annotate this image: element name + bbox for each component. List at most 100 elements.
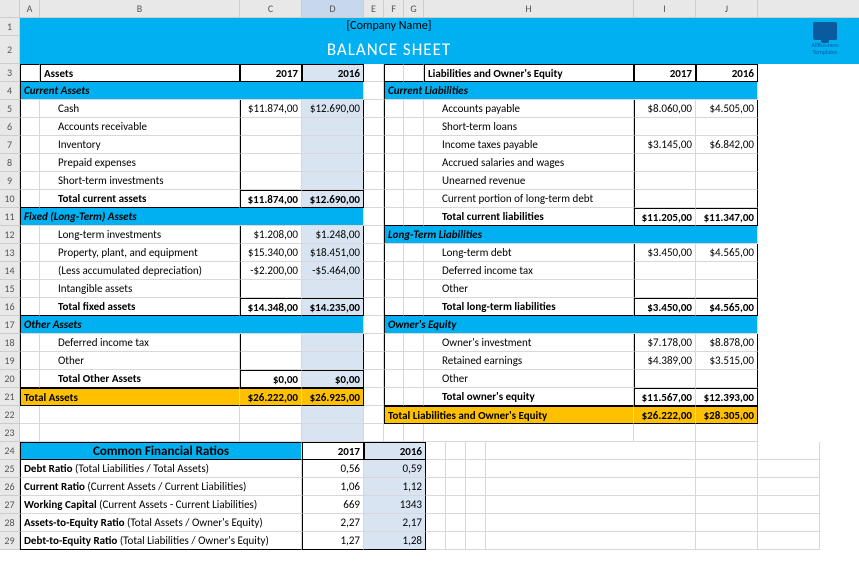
col-header-b[interactable]: B [40, 0, 240, 17]
value[interactable]: $26.925,00 [302, 388, 364, 406]
cell[interactable] [384, 352, 404, 370]
label[interactable]: Total fixed assets [40, 298, 240, 316]
label[interactable]: Other [424, 370, 634, 388]
cell[interactable] [384, 370, 404, 388]
cell[interactable] [404, 118, 424, 136]
row-header[interactable]: 12 [0, 226, 20, 244]
year1-ratio-header[interactable]: 2017 [302, 442, 364, 460]
value[interactable]: $12.393,00 [696, 388, 758, 406]
value[interactable]: $7.178,00 [634, 334, 696, 352]
label[interactable]: (Less accumulated depreciation) [40, 262, 240, 280]
label[interactable]: Long-term investments [40, 226, 240, 244]
label[interactable]: Short-term investments [40, 172, 240, 190]
value[interactable]: $4.389,00 [634, 352, 696, 370]
cell[interactable] [404, 388, 424, 406]
cell[interactable] [20, 100, 40, 118]
cell[interactable] [424, 424, 634, 442]
cell[interactable] [404, 244, 424, 262]
cell[interactable] [404, 298, 424, 316]
label[interactable]: Deferred income tax [424, 262, 634, 280]
ratio-label[interactable]: Debt-to-Equity Ratio (Total Liabilities … [20, 532, 302, 550]
value[interactable]: $11.874,00 [240, 100, 302, 118]
cell[interactable] [364, 136, 384, 154]
value[interactable] [696, 154, 758, 172]
value[interactable] [696, 172, 758, 190]
cell[interactable] [384, 172, 404, 190]
cell[interactable] [696, 514, 758, 532]
long-term-liab-section[interactable]: Long-Term Liabilities [384, 226, 758, 244]
label[interactable]: Total long-term liabilities [424, 298, 634, 316]
row-header[interactable]: 5 [0, 100, 20, 118]
cell[interactable] [20, 424, 40, 442]
ratio-label[interactable]: Debt Ratio (Total Liabilities / Total As… [20, 460, 302, 478]
value[interactable]: $3.145,00 [634, 136, 696, 154]
value[interactable] [302, 154, 364, 172]
cell[interactable] [446, 460, 466, 478]
cell[interactable] [446, 442, 466, 460]
label[interactable]: Inventory [40, 136, 240, 154]
cell[interactable] [302, 406, 364, 424]
cell[interactable] [758, 460, 820, 478]
value[interactable]: $4.505,00 [696, 100, 758, 118]
cell[interactable] [696, 532, 758, 550]
col-header-d[interactable]: D [302, 0, 364, 17]
row-header[interactable]: 29 [0, 532, 20, 550]
cell[interactable] [364, 190, 384, 208]
value[interactable]: -$2.200,00 [240, 262, 302, 280]
value[interactable]: $11.567,00 [634, 388, 696, 406]
value[interactable] [240, 172, 302, 190]
value[interactable]: $26.222,00 [240, 388, 302, 406]
label[interactable]: Total current assets [40, 190, 240, 208]
cell[interactable] [426, 478, 446, 496]
label[interactable]: Long-term debt [424, 244, 634, 262]
cell[interactable] [20, 226, 40, 244]
cell[interactable] [486, 460, 696, 478]
row-header[interactable]: 19 [0, 352, 20, 370]
cell[interactable] [426, 496, 446, 514]
cell[interactable] [364, 154, 384, 172]
value[interactable]: 2,17 [364, 514, 426, 532]
label[interactable]: Short-term loans [424, 118, 634, 136]
cell[interactable] [404, 334, 424, 352]
value[interactable] [302, 280, 364, 298]
col-header-a[interactable]: A [20, 0, 40, 17]
cell[interactable] [758, 478, 820, 496]
cell[interactable] [758, 532, 820, 550]
corner-cell[interactable] [0, 0, 20, 17]
cell[interactable] [364, 388, 384, 406]
cell[interactable] [384, 118, 404, 136]
value[interactable]: 1,28 [364, 532, 426, 550]
cell[interactable] [696, 496, 758, 514]
cell[interactable] [364, 406, 384, 424]
cell[interactable] [364, 118, 384, 136]
label[interactable]: Current portion of long-term debt [424, 190, 634, 208]
value[interactable] [696, 262, 758, 280]
row-header[interactable]: 23 [0, 424, 20, 442]
value[interactable] [240, 154, 302, 172]
cell[interactable] [364, 244, 384, 262]
row-header[interactable]: 7 [0, 136, 20, 154]
value[interactable] [696, 370, 758, 388]
cell[interactable] [364, 352, 384, 370]
cell[interactable] [240, 424, 302, 442]
value[interactable] [240, 334, 302, 352]
value[interactable]: $3.450,00 [634, 298, 696, 316]
year2-ratio-header[interactable]: 2016 [364, 442, 426, 460]
cell[interactable] [20, 118, 40, 136]
cell[interactable] [384, 298, 404, 316]
cell[interactable] [466, 532, 486, 550]
cell[interactable] [696, 478, 758, 496]
value[interactable]: $12.690,00 [302, 100, 364, 118]
value[interactable]: $8.878,00 [696, 334, 758, 352]
value[interactable]: $14.235,00 [302, 298, 364, 316]
value[interactable]: $28.305,00 [696, 406, 758, 424]
cell[interactable] [384, 64, 404, 82]
cell[interactable] [404, 64, 424, 82]
year1-header[interactable]: 2017 [240, 64, 302, 82]
label[interactable]: Accounts payable [424, 100, 634, 118]
value[interactable] [634, 172, 696, 190]
cell[interactable] [446, 478, 466, 496]
cell[interactable] [486, 532, 696, 550]
cell[interactable] [20, 244, 40, 262]
cell[interactable] [404, 172, 424, 190]
